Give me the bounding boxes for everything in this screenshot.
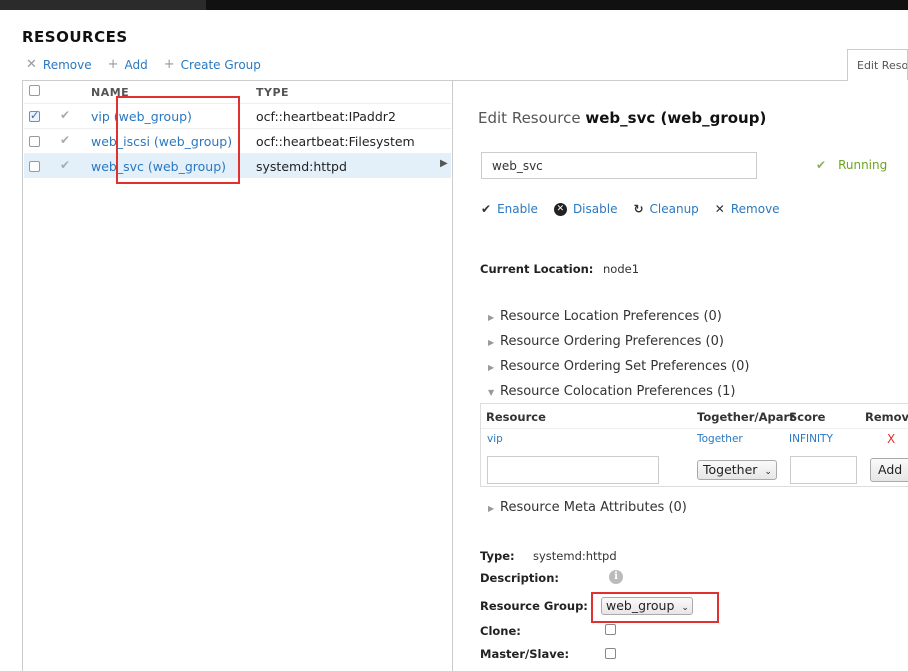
colocation-remove-header: Remove	[865, 410, 908, 424]
table-row[interactable]: ✔ web_iscsi (web_group) ocf::heartbeat:F…	[24, 128, 451, 153]
ordering-preferences-label: Resource Ordering Preferences (0)	[500, 334, 724, 349]
resource-name-link[interactable]: web_svc (web_group)	[91, 159, 226, 174]
resource-name-field[interactable]	[481, 152, 757, 179]
chevron-down-icon: ⌄	[764, 467, 772, 477]
disable-button[interactable]: ✕ Disable	[553, 202, 618, 216]
resource-name-link[interactable]: web_iscsi (web_group)	[91, 134, 232, 149]
colocation-resource-link[interactable]: vip	[487, 433, 503, 445]
info-icon[interactable]: i	[609, 570, 623, 584]
clone-label: Clone:	[480, 624, 521, 638]
caret-right-icon: ▶	[488, 504, 495, 513]
chevron-down-icon: ⌄	[681, 603, 689, 613]
caret-right-icon: ▶	[488, 338, 495, 347]
caret-right-icon: ▶	[440, 158, 448, 169]
colocation-add-button[interactable]: Add	[870, 458, 908, 482]
add-label: Add	[124, 57, 148, 72]
remove-button[interactable]: ✕ Remove	[26, 57, 92, 72]
resource-type: ocf::heartbeat:IPaddr2	[256, 109, 396, 124]
colocation-remove-button[interactable]: X	[887, 432, 895, 446]
table-row[interactable]: ✔ vip (web_group) ocf::heartbeat:IPaddr2	[24, 103, 451, 128]
master-slave-checkbox[interactable]	[605, 648, 616, 659]
edit-title: Edit Resource web_svc (web_group)	[478, 109, 766, 127]
colocation-together-select[interactable]: Together ⌄	[697, 460, 777, 480]
colocation-together-select-value: Together	[703, 462, 758, 477]
add-button[interactable]: + Add	[108, 57, 148, 72]
remove-label: Remove	[42, 57, 92, 72]
close-icon: ✕	[26, 57, 37, 72]
ordering-preferences-toggle[interactable]: ▶ Resource Ordering Preferences (0)	[488, 334, 724, 349]
resource-group-select[interactable]: web_group ⌄	[601, 597, 693, 615]
colocation-together-header: Together/Apart	[697, 410, 795, 424]
resource-type: ocf::heartbeat:Filesystem	[256, 134, 415, 149]
cleanup-label: Cleanup	[649, 202, 699, 216]
resource-group-label: Resource Group:	[480, 599, 588, 613]
caret-right-icon: ▶	[488, 363, 495, 372]
master-slave-label: Master/Slave:	[480, 647, 570, 661]
close-icon: ✕	[714, 202, 725, 216]
select-all-checkbox[interactable]	[29, 85, 40, 96]
remove-resource-label: Remove	[730, 202, 780, 216]
disable-icon: ✕	[553, 202, 567, 216]
caret-right-icon: ▶	[488, 313, 495, 322]
colocation-preferences-toggle[interactable]: ▼ Resource Colocation Preferences (1)	[488, 384, 736, 399]
type-column-header: TYPE	[256, 86, 290, 99]
meta-attributes-label: Resource Meta Attributes (0)	[500, 500, 687, 515]
current-location-label: Current Location:	[480, 262, 594, 276]
check-icon: ✔	[60, 108, 71, 122]
row-checkbox[interactable]	[29, 136, 40, 147]
status-label: Running	[838, 158, 888, 172]
edit-resource-panel: Edit Resource web_svc (web_group) ✔ Runn…	[454, 81, 908, 671]
description-label: Description:	[480, 571, 559, 585]
colocation-resource-input[interactable]	[487, 456, 659, 484]
check-icon: ✔	[481, 202, 492, 216]
current-location-value: node1	[603, 262, 640, 276]
location-preferences-label: Resource Location Preferences (0)	[500, 309, 722, 324]
plus-icon: +	[107, 57, 119, 72]
row-checkbox[interactable]	[29, 109, 40, 122]
clone-checkbox[interactable]	[605, 624, 616, 635]
type-value: systemd:httpd	[533, 549, 617, 563]
enable-button[interactable]: ✔ Enable	[481, 202, 538, 216]
colocation-table: Resource Together/Apart Score Remove vip…	[480, 403, 908, 487]
meta-attributes-toggle[interactable]: ▶ Resource Meta Attributes (0)	[488, 500, 687, 515]
tab-edit-resource[interactable]: Edit Resou	[847, 49, 908, 81]
status-badge: ✔ Running	[816, 158, 887, 172]
remove-resource-button[interactable]: ✕ Remove	[715, 202, 780, 216]
disable-label: Disable	[572, 202, 618, 216]
colocation-score-input[interactable]	[790, 456, 857, 484]
plus-icon: +	[163, 57, 175, 72]
page-title: RESOURCES	[22, 28, 128, 46]
colocation-together-link[interactable]: Together	[697, 433, 743, 445]
colocation-score-header: Score	[789, 410, 826, 424]
ordering-set-preferences-toggle[interactable]: ▶ Resource Ordering Set Preferences (0)	[488, 359, 749, 374]
check-icon: ✔	[816, 158, 827, 172]
colocation-score-link[interactable]: INFINITY	[789, 433, 833, 445]
resources-toolbar: ✕ Remove + Add + Create Group	[26, 57, 261, 72]
name-column-header: NAME	[91, 86, 130, 99]
ordering-set-preferences-label: Resource Ordering Set Preferences (0)	[500, 359, 750, 374]
resource-name-link[interactable]: vip (web_group)	[91, 109, 192, 124]
refresh-icon: ↻	[633, 202, 644, 216]
cleanup-button[interactable]: ↻ Cleanup	[633, 202, 698, 216]
enable-label: Enable	[497, 202, 538, 216]
type-label: Type:	[480, 549, 515, 563]
resource-group-value: web_group	[606, 598, 675, 613]
top-bar	[0, 0, 908, 10]
row-checkbox[interactable]	[29, 161, 40, 172]
check-icon: ✔	[60, 133, 71, 147]
edit-title-prefix: Edit Resource	[478, 109, 586, 127]
colocation-resource-header: Resource	[486, 410, 546, 424]
table-row[interactable]: ✔ web_svc (web_group) systemd:httpd ▶	[24, 153, 451, 178]
resource-list: NAME TYPE ✔ vip (web_group) ocf::heartbe…	[22, 81, 453, 671]
create-group-label: Create Group	[180, 57, 261, 72]
resource-type: systemd:httpd	[256, 159, 347, 174]
check-icon: ✔	[60, 158, 71, 172]
resource-actions: ✔ Enable ✕ Disable ↻ Cleanup ✕ Remove	[481, 202, 780, 216]
edit-title-name: web_svc (web_group)	[585, 109, 767, 127]
colocation-preferences-label: Resource Colocation Preferences (1)	[500, 384, 736, 399]
location-preferences-toggle[interactable]: ▶ Resource Location Preferences (0)	[488, 309, 722, 324]
create-group-button[interactable]: + Create Group	[164, 57, 261, 72]
list-header: NAME TYPE	[23, 81, 452, 103]
caret-down-icon: ▼	[488, 388, 495, 397]
